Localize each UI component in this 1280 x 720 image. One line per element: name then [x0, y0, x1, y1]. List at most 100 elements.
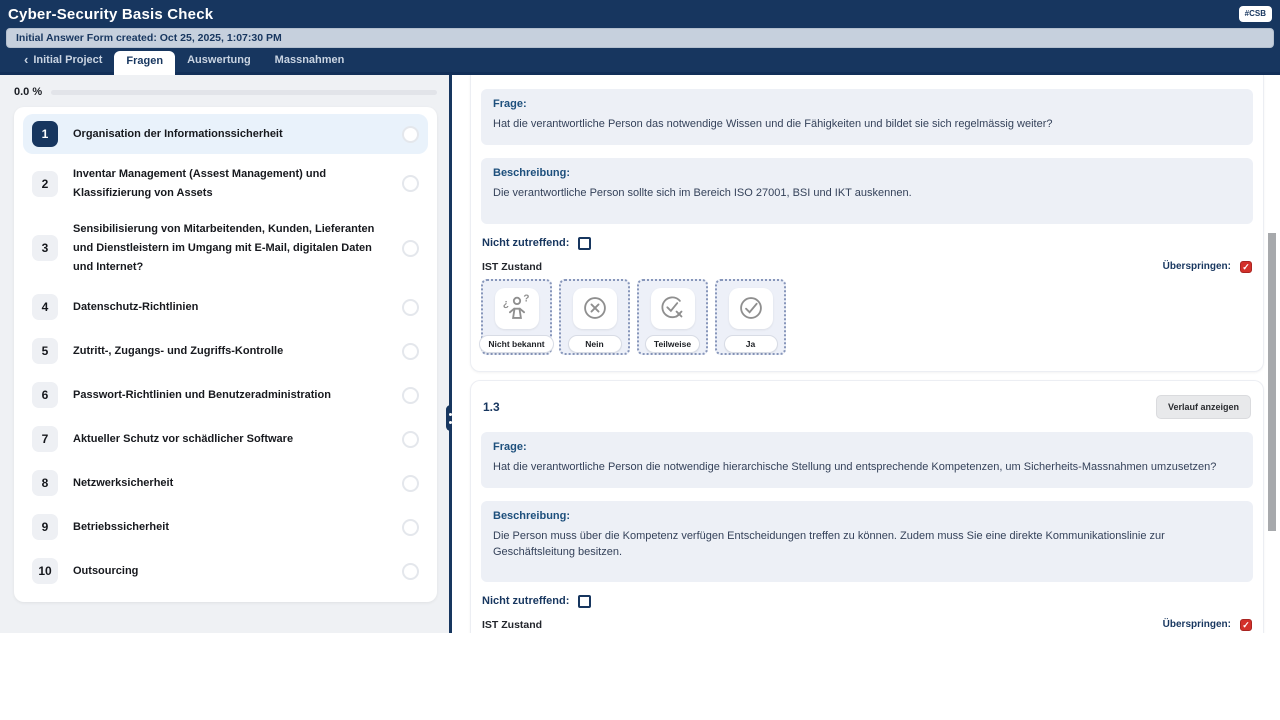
topic-item-4[interactable]: 4 Datenschutz-Richtlinien	[23, 287, 428, 327]
option-ja[interactable]: Ja	[715, 279, 786, 355]
topics-sidebar: 0.0 % 1 Organisation der Informationssic…	[0, 75, 449, 633]
topic-number: 1	[32, 121, 58, 147]
topic-item-1[interactable]: 1 Organisation der Informationssicherhei…	[23, 114, 428, 154]
topic-label: Betriebssicherheit	[73, 518, 387, 537]
option-label: Nicht bekannt	[479, 335, 553, 353]
topic-radio[interactable]	[402, 175, 419, 192]
tab-bar: ‹ Initial Project Fragen Auswertung Mass…	[0, 53, 1280, 75]
ueberspringen-checkbox[interactable]: ✓	[1240, 261, 1252, 273]
frage-label: Frage:	[493, 441, 1241, 453]
option-nicht-bekannt[interactable]: ¿? Nicht bekannt	[481, 279, 552, 355]
section-number: 1.3	[483, 400, 500, 414]
topic-radio[interactable]	[402, 519, 419, 536]
topic-number: 4	[32, 294, 58, 320]
topic-number: 2	[32, 171, 58, 197]
verlauf-anzeigen-button[interactable]: Verlauf anzeigen	[1156, 395, 1251, 419]
topic-item-7[interactable]: 7 Aktueller Schutz vor schädlicher Softw…	[23, 419, 428, 459]
svg-text:?: ?	[523, 294, 529, 305]
shrug-unknown-icon: ¿?	[495, 288, 539, 329]
topic-label: Inventar Management (Assest Management) …	[73, 165, 387, 202]
topic-radio[interactable]	[402, 387, 419, 404]
topic-label: Organisation der Informationssicherheit	[73, 125, 387, 144]
question-card-2: 1.3 Verlauf anzeigen Frage: Hat die vera…	[470, 380, 1264, 633]
topic-radio[interactable]	[402, 431, 419, 448]
topic-number: 3	[32, 235, 58, 261]
topic-radio[interactable]	[402, 299, 419, 316]
frage-panel: Frage: Hat die verantwortliche Person di…	[481, 432, 1253, 488]
topic-label: Outsourcing	[73, 562, 387, 581]
svg-text:¿: ¿	[502, 299, 508, 310]
option-teilweise[interactable]: Teilweise	[637, 279, 708, 355]
topic-item-3[interactable]: 3 Sensibilisierung von Mitarbeitenden, K…	[23, 213, 428, 283]
topic-number: 10	[32, 558, 58, 584]
topic-number: 8	[32, 470, 58, 496]
beschreibung-label: Beschreibung:	[493, 510, 1241, 522]
csb-badge: #CSB	[1239, 6, 1272, 22]
app-header: Cyber-Security Basis Check #CSB Initial …	[0, 0, 1280, 75]
topic-radio[interactable]	[402, 126, 419, 143]
beschreibung-panel: Beschreibung: Die Person muss über die K…	[481, 501, 1253, 582]
ueberspringen-label: Überspringen:	[1163, 619, 1231, 630]
frage-text: Hat die verantwortliche Person die notwe…	[493, 460, 1241, 475]
nicht-zutreffend-label: Nicht zutreffend:	[482, 595, 569, 607]
topic-number: 6	[32, 382, 58, 408]
tab-label: Auswertung	[187, 54, 251, 66]
topic-radio[interactable]	[402, 475, 419, 492]
topic-number: 5	[32, 338, 58, 364]
topic-item-9[interactable]: 9 Betriebssicherheit	[23, 507, 428, 547]
topic-radio[interactable]	[402, 563, 419, 580]
ist-zustand-label: IST Zustand	[482, 619, 542, 631]
tab-fragen[interactable]: Fragen	[114, 51, 175, 75]
option-label: Teilweise	[645, 335, 700, 353]
option-label: Nein	[568, 335, 622, 353]
vertical-scrollbar[interactable]	[1268, 233, 1276, 531]
topic-item-5[interactable]: 5 Zutritt-, Zugangs- und Zugriffs-Kontro…	[23, 331, 428, 371]
partial-check-icon	[651, 288, 695, 329]
circle-check-icon	[729, 288, 773, 329]
topic-radio[interactable]	[402, 240, 419, 257]
topic-item-6[interactable]: 6 Passwort-Richtlinien und Benutzeradmin…	[23, 375, 428, 415]
answer-options: ¿? Nicht bekannt Nein Tei	[481, 279, 1253, 355]
page-title: Cyber-Security Basis Check	[8, 6, 213, 23]
ueberspringen-label: Überspringen:	[1163, 261, 1231, 272]
question-pane: Frage: Hat die verantwortliche Person da…	[452, 75, 1280, 633]
option-label: Ja	[724, 335, 778, 353]
tab-massnahmen[interactable]: Massnahmen	[263, 50, 357, 72]
option-nein[interactable]: Nein	[559, 279, 630, 355]
topic-label: Passwort-Richtlinien und Benutzeradminis…	[73, 386, 387, 405]
frage-panel: Frage: Hat die verantwortliche Person da…	[481, 89, 1253, 145]
topic-item-2[interactable]: 2 Inventar Management (Assest Management…	[23, 158, 428, 209]
progress-label: 0.0 %	[14, 86, 42, 98]
beschreibung-label: Beschreibung:	[493, 167, 1241, 179]
back-link-initial-project[interactable]: ‹ Initial Project	[12, 49, 114, 72]
topic-label: Aktueller Schutz vor schädlicher Softwar…	[73, 430, 387, 449]
topics-list: 1 Organisation der Informationssicherhei…	[14, 107, 437, 602]
tab-label: Fragen	[126, 55, 163, 67]
beschreibung-text: Die verantwortliche Person sollte sich i…	[493, 186, 1241, 201]
topic-radio[interactable]	[402, 343, 419, 360]
status-bar: Initial Answer Form created: Oct 25, 202…	[6, 28, 1274, 48]
app-window: Cyber-Security Basis Check #CSB Initial …	[0, 0, 1280, 633]
ist-zustand-label: IST Zustand	[482, 261, 542, 273]
ueberspringen-checkbox[interactable]: ✓	[1240, 619, 1252, 631]
question-card-1: Frage: Hat die verantwortliche Person da…	[470, 75, 1264, 372]
nicht-zutreffend-checkbox[interactable]	[578, 237, 591, 250]
tab-auswertung[interactable]: Auswertung	[175, 50, 263, 72]
nicht-zutreffend-label: Nicht zutreffend:	[482, 237, 569, 249]
topic-label: Zutritt-, Zugangs- und Zugriffs-Kontroll…	[73, 342, 387, 361]
topic-item-8[interactable]: 8 Netzwerksicherheit	[23, 463, 428, 503]
chevron-left-icon: ‹	[24, 53, 28, 66]
tab-label: Massnahmen	[275, 54, 345, 66]
topic-label: Netzwerksicherheit	[73, 474, 387, 493]
topic-number: 7	[32, 426, 58, 452]
nicht-zutreffend-checkbox[interactable]	[578, 595, 591, 608]
topic-label: Datenschutz-Richtlinien	[73, 298, 387, 317]
circle-x-icon	[573, 288, 617, 329]
topic-item-10[interactable]: 10 Outsourcing	[23, 551, 428, 591]
frage-text: Hat die verantwortliche Person das notwe…	[493, 117, 1241, 132]
topic-number: 9	[32, 514, 58, 540]
frage-label: Frage:	[493, 98, 1241, 110]
back-link-label: Initial Project	[33, 54, 102, 66]
beschreibung-panel: Beschreibung: Die verantwortliche Person…	[481, 158, 1253, 223]
topic-label: Sensibilisierung von Mitarbeitenden, Kun…	[73, 220, 387, 276]
